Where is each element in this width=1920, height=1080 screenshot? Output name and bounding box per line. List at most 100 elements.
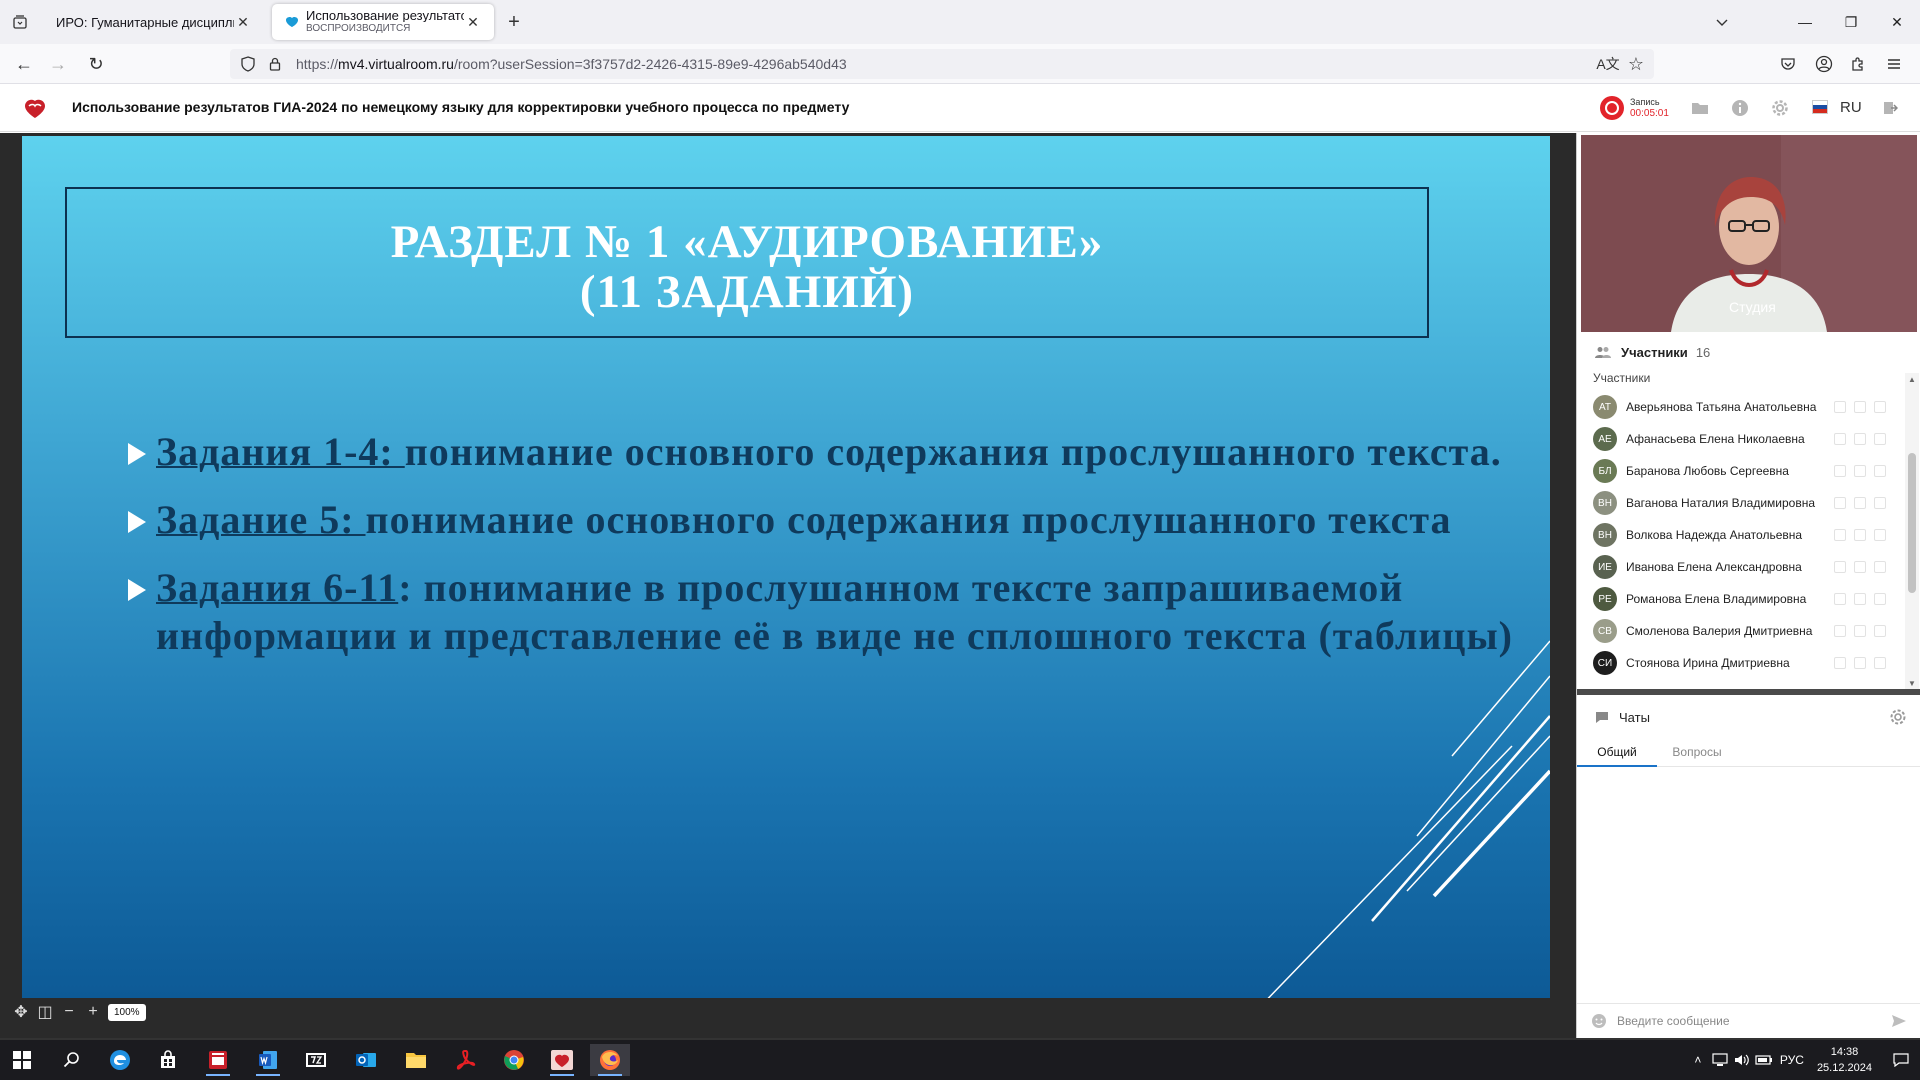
account-button[interactable] xyxy=(1812,52,1836,76)
participant-item[interactable]: ВН Ваганова Наталия Владимировна xyxy=(1577,487,1903,519)
chat-message-input[interactable] xyxy=(1617,1013,1877,1028)
battery-button[interactable] xyxy=(1753,1040,1775,1080)
microphone-icon[interactable] xyxy=(1834,433,1846,445)
participant-item[interactable]: ВН Волкова Надежда Анатольевна xyxy=(1577,519,1903,551)
show-hidden-icons-button[interactable]: ˄ xyxy=(1687,1040,1709,1080)
new-tab-button[interactable]: + xyxy=(502,10,526,34)
camera-icon[interactable] xyxy=(1854,593,1866,605)
taskbar-acrobat[interactable] xyxy=(446,1044,486,1076)
participant-item[interactable]: АЕ Афанасьева Елена Николаевна xyxy=(1577,423,1903,455)
participant-item[interactable]: ИЕ Иванова Елена Александровна xyxy=(1577,551,1903,583)
camera-icon[interactable] xyxy=(1854,497,1866,509)
taskbar-7zip[interactable] xyxy=(296,1044,336,1076)
reload-button[interactable]: ↻ xyxy=(84,52,108,76)
tab-overflow-button[interactable] xyxy=(1710,10,1734,34)
address-bar[interactable]: https://mv4.virtualroom.ru/room?userSess… xyxy=(230,49,1654,79)
camera-icon[interactable] xyxy=(1854,465,1866,477)
tab-general-chat[interactable]: Общий xyxy=(1577,737,1657,767)
microphone-icon[interactable] xyxy=(1834,497,1846,509)
zoom-level[interactable]: 100% xyxy=(108,1003,146,1021)
zoom-out-button[interactable]: − xyxy=(60,1003,78,1021)
participants-header[interactable]: Участники 16 xyxy=(1577,337,1920,367)
restore-button[interactable]: ❐ xyxy=(1828,0,1874,44)
scrollbar-thumb[interactable] xyxy=(1908,453,1916,593)
participant-item[interactable]: АТ Аверьянова Татьяна Анатольевна xyxy=(1577,391,1903,423)
emoji-icon[interactable] xyxy=(1591,1013,1607,1029)
chats-header[interactable]: Чаты xyxy=(1577,699,1920,735)
camera-icon[interactable] xyxy=(1854,657,1866,669)
microphone-icon[interactable] xyxy=(1834,625,1846,637)
translate-button[interactable]: A文 xyxy=(1596,52,1620,76)
network-button[interactable] xyxy=(1709,1040,1731,1080)
pocket-button[interactable] xyxy=(1776,52,1800,76)
taskbar-file-explorer[interactable] xyxy=(396,1044,436,1076)
exit-room-button[interactable] xyxy=(1880,98,1900,118)
taskbar-word[interactable] xyxy=(248,1044,288,1076)
screen-share-icon[interactable] xyxy=(1874,625,1886,637)
tab-list-button[interactable] xyxy=(8,10,32,34)
camera-icon[interactable] xyxy=(1854,625,1866,637)
taskbar-firefox[interactable] xyxy=(590,1044,630,1076)
microphone-icon[interactable] xyxy=(1834,561,1846,573)
participant-item[interactable]: БЛ Баранова Любовь Сергеевна xyxy=(1577,455,1903,487)
notifications-button[interactable] xyxy=(1890,1040,1912,1080)
close-icon[interactable]: ✕ xyxy=(234,13,252,31)
files-button[interactable] xyxy=(1690,98,1710,118)
taskbar-store[interactable] xyxy=(148,1044,188,1076)
russia-flag-icon[interactable] xyxy=(1812,100,1828,114)
menu-button[interactable] xyxy=(1882,52,1906,76)
screen-share-icon[interactable] xyxy=(1874,561,1886,573)
settings-button[interactable] xyxy=(1770,98,1790,118)
camera-icon[interactable] xyxy=(1854,433,1866,445)
taskbar-pdf-app[interactable] xyxy=(198,1044,238,1076)
zoom-in-button[interactable]: + xyxy=(84,1003,102,1021)
fit-width-button[interactable]: ◫ xyxy=(36,1003,54,1021)
microphone-icon[interactable] xyxy=(1834,401,1846,413)
microphone-icon[interactable] xyxy=(1834,529,1846,541)
info-button[interactable] xyxy=(1730,98,1750,118)
close-icon[interactable]: ✕ xyxy=(464,13,482,31)
browser-tab-iro[interactable]: ИРО: Гуманитарные дисциплины ✕ xyxy=(44,4,264,40)
microphone-icon[interactable] xyxy=(1834,593,1846,605)
recording-indicator[interactable]: Запись 00:05:01 xyxy=(1600,96,1669,120)
back-button[interactable]: ← xyxy=(12,52,36,76)
taskbar-edge[interactable] xyxy=(100,1044,140,1076)
gear-icon[interactable] xyxy=(1889,708,1907,726)
tab-questions[interactable]: Вопросы xyxy=(1657,737,1737,767)
participant-item[interactable]: СИ Стоянова Ирина Дмитриевна xyxy=(1577,647,1903,679)
presenter-video[interactable]: Студия xyxy=(1581,135,1917,332)
screen-share-icon[interactable] xyxy=(1874,433,1886,445)
screen-share-icon[interactable] xyxy=(1874,657,1886,669)
language-selector[interactable]: RU xyxy=(1840,99,1862,116)
camera-icon[interactable] xyxy=(1854,529,1866,541)
panel-divider[interactable] xyxy=(1577,689,1920,695)
pan-button[interactable]: ✥ xyxy=(12,1003,30,1021)
scroll-down-icon[interactable]: ▼ xyxy=(1907,679,1917,689)
input-language-indicator[interactable]: РУС xyxy=(1775,1040,1809,1080)
screen-share-icon[interactable] xyxy=(1874,593,1886,605)
participant-item[interactable]: СВ Смоленова Валерия Дмитриевна xyxy=(1577,615,1903,647)
camera-icon[interactable] xyxy=(1854,561,1866,573)
taskbar-virtualroom-app[interactable] xyxy=(542,1044,582,1076)
search-button[interactable] xyxy=(52,1044,92,1076)
forward-button[interactable]: → xyxy=(46,52,70,76)
microphone-icon[interactable] xyxy=(1834,465,1846,477)
microphone-icon[interactable] xyxy=(1834,657,1846,669)
taskbar-outlook[interactable] xyxy=(346,1044,386,1076)
screen-share-icon[interactable] xyxy=(1874,529,1886,541)
start-button[interactable] xyxy=(2,1044,42,1076)
bookmark-button[interactable]: ☆ xyxy=(1624,52,1648,76)
minimize-button[interactable]: — xyxy=(1782,0,1828,44)
scroll-up-icon[interactable]: ▲ xyxy=(1907,375,1917,385)
screen-share-icon[interactable] xyxy=(1874,497,1886,509)
send-icon[interactable] xyxy=(1891,1013,1907,1029)
close-window-button[interactable]: ✕ xyxy=(1874,0,1920,44)
camera-icon[interactable] xyxy=(1854,401,1866,413)
volume-button[interactable] xyxy=(1731,1040,1753,1080)
taskbar-clock[interactable]: 14:38 25.12.2024 xyxy=(1817,1044,1872,1076)
screen-share-icon[interactable] xyxy=(1874,465,1886,477)
participant-item[interactable]: РЕ Романова Елена Владимировна xyxy=(1577,583,1903,615)
taskbar-chrome[interactable] xyxy=(494,1044,534,1076)
participant-list-scrollbar[interactable]: ▲ ▼ xyxy=(1905,373,1919,691)
browser-tab-virtualroom[interactable]: Использование результатов ГИА-2024 ВОСПР… xyxy=(272,4,494,40)
